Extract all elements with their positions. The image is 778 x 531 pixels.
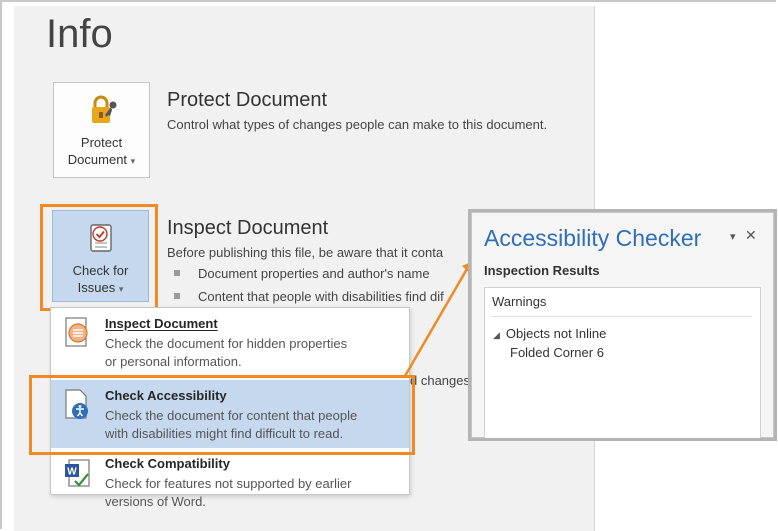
- lock-key-icon: [92, 95, 117, 123]
- tree-node-objects-not-inline[interactable]: ◢ Objects not Inline: [493, 326, 606, 341]
- check-accessibility-highlight: [29, 375, 415, 455]
- page-title: Info: [46, 12, 113, 56]
- results-list: Warnings ◢ Objects not Inline Folded Corn…: [484, 287, 761, 438]
- pane-title: Accessibility Checker: [484, 225, 702, 251]
- word-compatibility-icon: W: [65, 459, 90, 487]
- close-icon[interactable]: ✕: [745, 227, 757, 244]
- tree-node-label: Objects not Inline: [505, 326, 607, 341]
- inspect-bullet: Document properties and author's name: [174, 266, 430, 281]
- chevron-down-icon: ▾: [130, 156, 136, 166]
- protect-document-button[interactable]: Protect Document ▾: [53, 82, 150, 178]
- tree-leaf-folded-corner[interactable]: Folded Corner 6: [510, 345, 604, 360]
- inspection-results-label: Inspection Results: [484, 263, 600, 278]
- partially-hidden-text: d changes: [410, 373, 470, 388]
- menu-item-inspect-document[interactable]: Inspect Document Check the document for …: [51, 308, 409, 372]
- protect-button-label-2: Document: [67, 152, 128, 167]
- menu-item-desc: versions of Word.: [105, 494, 206, 509]
- inspect-bullet: Content that people with disabilities fi…: [174, 289, 444, 304]
- protect-button-label-1: Protect: [80, 135, 123, 150]
- divider: [491, 316, 752, 317]
- warnings-heading: Warnings: [492, 294, 547, 309]
- svg-text:W: W: [67, 467, 77, 478]
- menu-item-desc: Check the document for hidden properties: [105, 336, 348, 351]
- protect-section-title: Protect Document: [167, 89, 328, 111]
- menu-item-title: Check Compatibility: [105, 456, 230, 471]
- menu-item-title: Inspect Document: [105, 316, 218, 331]
- inspect-section-title: Inspect Document: [167, 217, 329, 239]
- inspect-document-icon: [65, 317, 88, 347]
- expand-triangle-icon[interactable]: ◢: [493, 330, 500, 340]
- inspect-section-description: Before publishing this file, be aware th…: [167, 245, 444, 260]
- check-issues-highlight: [40, 204, 158, 311]
- menu-item-desc: or personal information.: [105, 354, 242, 369]
- menu-item-desc: Check for features not supported by earl…: [105, 476, 352, 491]
- accessibility-checker-pane: Accessibility Checker ▾ ✕ Inspection Res…: [471, 212, 774, 438]
- pane-options-icon[interactable]: ▾: [730, 230, 736, 243]
- protect-section-description: Control what types of changes people can…: [167, 117, 548, 132]
